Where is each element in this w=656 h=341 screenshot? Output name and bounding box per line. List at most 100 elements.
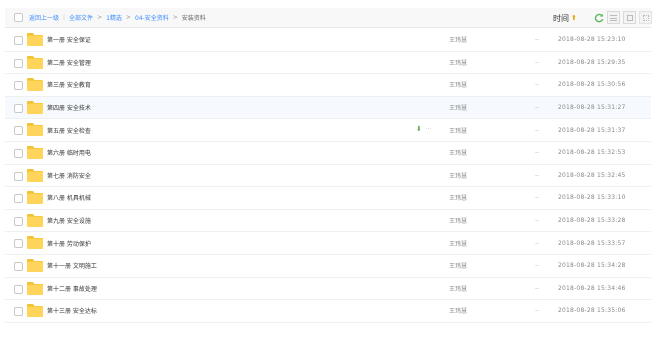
file-name[interactable]: 第四册 安全技术 [47,103,91,112]
breadcrumb-divider: | [63,14,66,21]
breadcrumb-featured[interactable]: 1精选 [106,13,122,22]
row-checkbox[interactable] [14,171,23,181]
breadcrumb-separator: > [172,14,178,21]
file-name[interactable]: 第二册 安全管理 [47,58,91,67]
grid-view-button[interactable] [623,11,636,24]
row-checkbox[interactable] [14,36,23,45]
list-item[interactable]: 第八册 机具机械 王玮慧 -- 2018-08-28 15:33:10 [5,187,651,210]
file-name[interactable]: 第十一册 文明施工 [47,261,97,270]
modified-date: 2018-08-28 15:34:46 [558,284,626,292]
modified-date: 2018-08-28 15:33:57 [558,239,626,247]
row-checkbox[interactable] [14,58,23,68]
row-checkbox[interactable] [14,103,23,113]
modified-date: 2018-08-28 15:30:56 [558,81,626,89]
folder-icon [27,258,43,272]
row-actions: ⬇ ··· [416,125,432,133]
file-name[interactable]: 第十册 劳动保护 [47,239,91,248]
list-item[interactable]: 第三册 安全教育 王玮慧 -- 2018-08-28 15:30:56 [5,74,651,97]
file-size: -- [535,194,540,202]
owner-name: 王玮慧 [449,240,468,248]
select-all-checkbox[interactable] [14,13,23,22]
list-item[interactable]: 第十三册 安全达标 王玮慧 -- 2018-08-28 15:35:06 [5,300,651,323]
row-checkbox[interactable] [14,126,23,136]
owner-name: 王玮慧 [449,195,468,203]
list-item[interactable]: 第十一册 文明施工 王玮慧 -- 2018-08-28 15:34:28 [5,255,651,278]
list-item[interactable]: 第七册 消防安全 王玮慧 -- 2018-08-28 15:32:45 [5,165,651,188]
file-name[interactable]: 第三册 安全教育 [47,80,91,89]
owner-name: 王玮慧 [449,172,468,180]
folder-icon [27,145,43,159]
folder-icon [27,236,43,250]
list-item[interactable]: 第十册 劳动保护 王玮慧 -- 2018-08-28 15:33:57 [5,232,651,255]
row-checkbox[interactable] [14,261,23,271]
file-name[interactable]: 第八册 机具机械 [47,193,91,202]
row-checkbox[interactable] [14,284,23,294]
modified-date: 2018-08-28 15:33:28 [558,217,626,225]
list-item[interactable]: 第五册 安全检查 ⬇ ··· 王玮慧 -- 2018-08-28 15:31:3… [5,119,651,142]
row-checkbox[interactable] [14,81,23,91]
back-link[interactable]: 返回上一级 [29,13,59,22]
breadcrumb-all-files[interactable]: 全部文件 [69,13,93,22]
file-size: -- [535,239,540,247]
owner-name: 王玮慧 [449,59,468,67]
owner-name: 王玮慧 [449,263,468,271]
folder-icon [27,213,43,227]
row-checkbox[interactable] [14,194,23,204]
file-size: -- [535,58,540,66]
file-size: -- [535,36,540,44]
file-name[interactable]: 第十三册 安全达标 [47,306,97,315]
list-item[interactable]: 第六册 临时用电 王玮慧 -- 2018-08-28 15:32:53 [5,142,651,165]
row-checkbox[interactable] [14,307,23,317]
modified-date: 2018-08-28 15:33:10 [558,194,626,202]
more-icon[interactable]: ··· [426,126,432,133]
thumbnail-view-button[interactable] [639,11,652,24]
modified-date: 2018-08-28 15:31:27 [558,104,626,112]
download-icon[interactable]: ⬇ [416,125,422,133]
file-size: -- [535,217,540,225]
modified-date: 2018-08-28 15:23:10 [558,36,626,44]
grid-view-icon [626,14,633,21]
file-name[interactable]: 第六册 临时用电 [47,148,91,157]
file-size: -- [535,81,540,89]
folder-icon [27,55,43,69]
thumbnail-view-icon [642,14,649,21]
modified-date: 2018-08-28 15:32:45 [558,171,626,179]
owner-name: 王玮慧 [449,308,468,316]
file-name[interactable]: 第五册 安全检查 [47,126,91,135]
folder-icon [27,304,43,318]
refresh-icon[interactable] [592,11,605,24]
modified-date: 2018-08-28 15:35:06 [558,307,626,315]
list-item[interactable]: 第九册 安全设施 王玮慧 -- 2018-08-28 15:33:28 [5,210,651,233]
owner-name: 王玮慧 [449,285,468,293]
list-item[interactable]: 第二册 安全管理 王玮慧 -- 2018-08-28 15:29:35 [5,52,651,75]
breadcrumb-safety-docs[interactable]: 04-安全资料 [135,13,169,22]
file-name[interactable]: 第一册 安全保证 [47,35,91,44]
breadcrumb-separator: > [125,14,131,21]
folder-icon [27,281,43,295]
file-size: -- [535,307,540,315]
sort-label: 时间 [553,13,569,23]
file-size: -- [535,149,540,157]
modified-date: 2018-08-28 15:34:28 [558,262,626,270]
list-view-button[interactable] [607,11,620,24]
modified-date: 2018-08-28 15:31:37 [558,126,626,134]
breadcrumb-separator: > [97,14,103,21]
list-item[interactable]: 第十二册 事故处理 王玮慧 -- 2018-08-28 15:34:46 [5,278,651,301]
file-list-header: 返回上一级 | 全部文件 > 1精选 > 04-安全资料 > 安装资料 时间 ⬆ [5,8,652,28]
row-checkbox[interactable] [14,216,23,226]
file-name[interactable]: 第九册 安全设施 [47,216,91,225]
folder-icon [27,191,43,205]
list-item[interactable]: 第四册 安全技术 王玮慧 -- 2018-08-28 15:31:27 [5,96,651,120]
sort-ascending-icon: ⬆ [571,14,577,22]
row-checkbox[interactable] [14,239,23,249]
folder-icon [27,33,43,46]
file-list: 第一册 安全保证 王玮慧 -- 2018-08-28 15:23:10 第二册 … [5,29,651,323]
file-size: -- [535,104,540,112]
row-checkbox[interactable] [14,148,23,158]
file-name[interactable]: 第十二册 事故处理 [47,284,97,293]
list-item[interactable]: 第一册 安全保证 王玮慧 -- 2018-08-28 15:23:10 [5,29,651,52]
sort-by-time[interactable]: 时间 ⬆ [553,8,577,28]
file-name[interactable]: 第七册 消防安全 [47,171,91,180]
breadcrumb: 返回上一级 | 全部文件 > 1精选 > 04-安全资料 > 安装资料 [29,8,206,28]
folder-icon [27,123,43,137]
